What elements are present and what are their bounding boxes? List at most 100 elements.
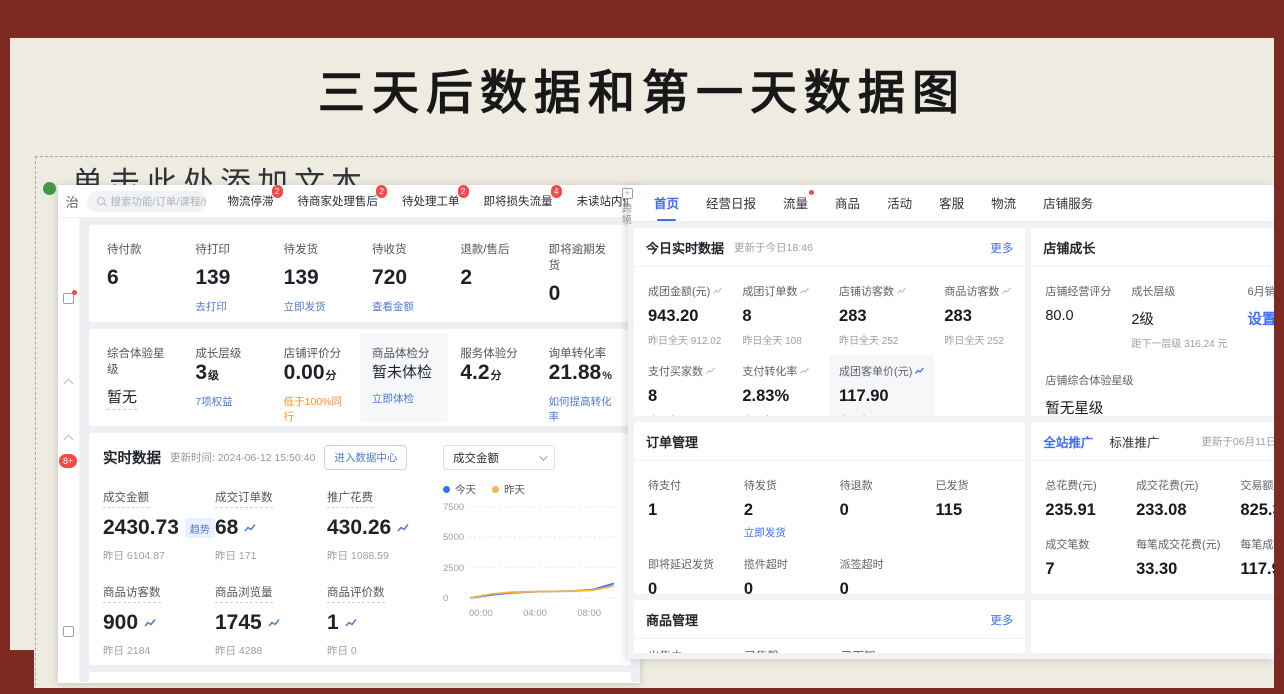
nav-item[interactable]: 物流 xyxy=(991,193,1016,212)
stat-value: 900 xyxy=(103,611,138,635)
stat-action-link[interactable]: 立即发货 xyxy=(284,299,348,314)
stat-action-link[interactable]: 7项权益 xyxy=(195,394,259,409)
chevron-up-icon[interactable] xyxy=(64,435,74,445)
y-tick: 0 xyxy=(443,593,448,604)
topnav-shortcut[interactable]: 待处理工单 2 xyxy=(402,193,460,209)
stat-unit: 分 xyxy=(491,370,502,382)
today-realtime-card: 今日实时数据 更新于今日18:46 更多 成团金额(元) 943.20 昨日全天… xyxy=(634,228,1025,416)
slide-background: 三天后数据和第一天数据图 单击此处添加文本 治 搜索功能/订单/课程/规则/帮助… xyxy=(10,38,1274,688)
trend-chart-icon[interactable] xyxy=(244,523,256,533)
nav-item[interactable]: 流量 xyxy=(783,193,808,212)
stat-value: 720 xyxy=(372,266,436,290)
right-filler-card xyxy=(1031,600,1274,653)
corner-block xyxy=(0,650,34,694)
stat-value: 8 xyxy=(742,307,819,326)
stat-label: 店铺经营评分 xyxy=(1045,283,1111,299)
mini-trend-icon[interactable] xyxy=(1002,287,1011,295)
search-icon xyxy=(97,197,105,205)
realtime-stat-cell: 商品浏览量 1745 昨日 4288 xyxy=(215,583,327,658)
stat-action-link[interactable]: 立即体检 xyxy=(372,391,436,406)
trend-chart-icon[interactable] xyxy=(345,618,357,628)
trend-chart-icon[interactable] xyxy=(397,523,409,533)
realtime-stat-cell: 成交订单数 68 昨日 171 xyxy=(215,488,327,563)
more-link[interactable]: 更多 xyxy=(990,240,1013,256)
stat-label: 待发货 xyxy=(744,477,820,493)
promo-banner-card: 618大促 活动报名中 查看详情 立即报名 xyxy=(89,672,631,682)
sidebar-manage-icon[interactable] xyxy=(63,293,74,304)
y-tick: 5000 xyxy=(443,532,464,543)
tab-site-promotion[interactable]: 全站推广 xyxy=(1043,432,1093,451)
shortcut-label: 待处理工单 xyxy=(402,196,460,208)
chart-plot-area xyxy=(469,501,617,605)
realtime-data-card: 实时数据 更新时间: 2024-06-12 15:50:40 进入数据中心 成交… xyxy=(89,433,631,665)
order-stat-cell: 待发货 139 立即发货 xyxy=(272,229,360,318)
stat-label: 成交订单数 xyxy=(215,489,273,508)
today-stat-cell: 商品访客数 283 昨日全天 252 xyxy=(934,275,1021,355)
data-center-button[interactable]: 进入数据中心 xyxy=(324,445,407,470)
stat-label: 支付转化率 xyxy=(742,363,819,379)
stat-action-link[interactable]: 去打印 xyxy=(195,299,259,314)
nav-item[interactable]: 客服 xyxy=(939,193,964,212)
topnav-shortcut[interactable]: 物流停滞 2 xyxy=(228,193,274,209)
promotion-stat-cell: 交易额(元) 825.30 xyxy=(1230,469,1274,528)
mini-trend-icon[interactable] xyxy=(713,287,722,295)
more-link[interactable]: 更多 xyxy=(990,612,1013,628)
nav-item[interactable]: 活动 xyxy=(887,193,912,212)
stat-value: 33.30 xyxy=(1136,560,1220,579)
stat-value: 2430.73 xyxy=(103,516,179,540)
stat-action-link[interactable]: 如何提高转化率 xyxy=(549,394,613,424)
mini-chart-panel: 成交金额 今天 xyxy=(439,445,617,653)
stat-value: 943.20 xyxy=(648,307,722,326)
stat-label: 推广花费 xyxy=(327,489,373,508)
shortcut-label: 即将损失流量 xyxy=(484,196,553,208)
mini-trend-icon[interactable] xyxy=(800,367,809,375)
section-title: 今日实时数据 xyxy=(646,238,724,257)
nav-item[interactable]: 首页 xyxy=(654,193,679,212)
stat-action-link[interactable]: 查看金额 xyxy=(372,299,436,314)
mini-trend-icon[interactable] xyxy=(897,287,906,295)
search-input[interactable]: 搜索功能/订单/课程/规则/帮助/服务 xyxy=(87,191,206,212)
stat-label: 服务体验分 xyxy=(460,345,524,361)
product-stat-label: 已下架 xyxy=(841,648,876,653)
trend-chart-icon[interactable] xyxy=(268,618,280,628)
stat-label: 询单转化率 xyxy=(549,345,613,361)
order-stat-cell: 即将延迟发货 0 xyxy=(638,548,734,594)
plus-icon[interactable]: + xyxy=(622,188,633,199)
stat-yesterday: 昨日 2184 xyxy=(103,643,215,658)
stat-label: 总花费(元) xyxy=(1045,477,1116,493)
notification-badge: 2 xyxy=(376,185,387,198)
legend-item[interactable]: 昨天 xyxy=(492,482,525,497)
sidebar-app-icon[interactable] xyxy=(63,626,74,637)
trend-chip[interactable]: 趋势 xyxy=(185,518,215,538)
legend-label: 昨天 xyxy=(504,482,525,497)
sidebar-count-badge: 8+ xyxy=(59,454,77,468)
stat-yesterday: 昨日全天 252 xyxy=(944,332,1011,347)
mini-trend-icon[interactable] xyxy=(915,367,924,375)
metric-select[interactable]: 成交金额 xyxy=(443,445,555,470)
stat-label: 揽件超时 xyxy=(744,556,820,572)
stat-value: 233.08 xyxy=(1136,501,1220,520)
x-tick: 04:00 xyxy=(523,608,547,619)
topnav-shortcut[interactable]: 即将损失流量 4 xyxy=(484,193,553,209)
cross-border-tab-fragment[interactable]: 跨境 xyxy=(618,204,636,226)
nav-item[interactable]: 店铺服务 xyxy=(1043,193,1093,212)
health-stat-cell: 询单转化率 21.88% 如何提高转化率 xyxy=(537,333,625,422)
mini-trend-icon[interactable] xyxy=(706,367,715,375)
legend-dot xyxy=(443,486,450,493)
x-axis-labels: 00:00 04:00 08:00 xyxy=(469,608,601,619)
trend-chart-icon[interactable] xyxy=(144,618,156,628)
legend-item[interactable]: 今天 xyxy=(443,482,476,497)
topnav-shortcut[interactable]: 待商家处理售后 2 xyxy=(298,193,379,209)
realtime-updated: 更新时间: 2024-06-12 15:50:40 xyxy=(170,450,315,465)
order-stat-cell: 待支付 1 xyxy=(638,469,734,548)
nav-item[interactable]: 商品 xyxy=(835,193,860,212)
mini-trend-icon[interactable] xyxy=(800,287,809,295)
chevron-up-icon[interactable] xyxy=(64,379,74,389)
tab-standard-promotion[interactable]: 标准推广 xyxy=(1109,432,1159,451)
stat-value: 1 xyxy=(327,611,339,635)
y-tick: 7500 xyxy=(443,502,464,513)
stat-unit: 分 xyxy=(326,370,337,382)
stat-action-link[interactable]: 立即发货 xyxy=(744,525,820,540)
stat-action-link[interactable]: 低于100%同行 xyxy=(284,394,348,424)
nav-item[interactable]: 经营日报 xyxy=(706,193,756,212)
